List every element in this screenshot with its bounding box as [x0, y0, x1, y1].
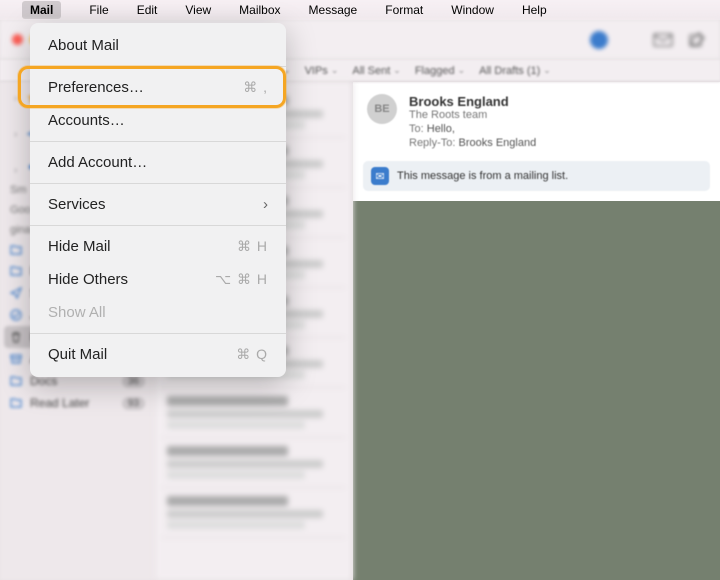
folder-icon	[10, 375, 24, 387]
chevron-down-icon: ⌄	[393, 65, 401, 76]
menu-separator	[30, 225, 286, 226]
menu-shortcut: ⌘ Q	[236, 346, 268, 363]
menu-label: Preferences…	[48, 79, 144, 96]
message-row[interactable]	[161, 388, 346, 438]
compose-icon[interactable]	[686, 32, 708, 48]
message-body	[353, 201, 720, 580]
menu-label: Services	[48, 196, 106, 213]
banner-text: This message is from a mailing list.	[397, 170, 568, 182]
archive-icon	[10, 353, 24, 365]
to-label: To:	[409, 123, 424, 135]
menu-message[interactable]: Message	[309, 3, 358, 17]
message-content: BE Brooks England The Roots team To: Hel…	[353, 82, 720, 580]
filter-item[interactable]: VIPs⌄	[305, 65, 339, 77]
to-value: Hello,	[427, 123, 455, 135]
menu-window[interactable]: Window	[451, 3, 494, 17]
menu-label: Accounts…	[48, 112, 125, 129]
sidebar-label: Read Later	[30, 396, 89, 410]
close-icon[interactable]	[12, 34, 23, 45]
junk-icon	[10, 309, 24, 321]
menu-view[interactable]: View	[185, 3, 211, 17]
menu-label: Quit Mail	[48, 346, 107, 363]
send-icon	[10, 287, 24, 299]
message-header: BE Brooks England The Roots team To: Hel…	[353, 82, 720, 161]
reply-value: Brooks England	[459, 137, 537, 149]
menu-item-show-all: Show All	[30, 296, 286, 329]
reply-label: Reply-To:	[409, 137, 455, 149]
sender-name: Brooks England	[409, 94, 536, 109]
menu-separator	[30, 141, 286, 142]
menu-item-add-account[interactable]: Add Account…	[30, 146, 286, 179]
menu-label: Show All	[48, 304, 106, 321]
menu-help[interactable]: Help	[522, 3, 547, 17]
mailing-list-banner: ✉ This message is from a mailing list.	[363, 161, 710, 191]
menu-separator	[30, 66, 286, 67]
menu-shortcut: ⌘ H	[237, 238, 268, 255]
chevron-right-icon: ›	[263, 196, 268, 213]
message-row[interactable]	[161, 438, 346, 488]
menu-separator	[30, 333, 286, 334]
menu-item-hide-others[interactable]: Hide Others ⌥ ⌘ H	[30, 263, 286, 296]
folder-icon	[10, 244, 24, 256]
menu-shortcut: ⌥ ⌘ H	[215, 271, 268, 288]
menu-item-hide-mail[interactable]: Hide Mail ⌘ H	[30, 230, 286, 263]
message-row[interactable]	[161, 488, 346, 538]
sender-team: The Roots team	[409, 109, 536, 121]
chevron-right-icon: ›	[10, 93, 21, 104]
filter-badge-icon[interactable]	[590, 31, 608, 49]
menu-item-services[interactable]: Services ›	[30, 188, 286, 221]
menu-shortcut: ⌘ ,	[243, 79, 268, 96]
menu-item-preferences[interactable]: Preferences… ⌘ ,	[30, 71, 286, 104]
menu-label: About Mail	[48, 37, 119, 54]
chevron-right-icon: ›	[10, 129, 21, 140]
chevron-right-icon: ›	[10, 165, 21, 176]
menu-label: Add Account…	[48, 154, 147, 171]
folder-icon	[10, 265, 24, 277]
trash-icon	[10, 331, 24, 343]
sidebar-item-read-later[interactable]: Read Later 93	[0, 392, 155, 414]
chevron-down-icon: ⌄	[458, 65, 466, 76]
filter-item[interactable]: All Drafts (1)⌄	[479, 65, 551, 77]
menu-item-accounts[interactable]: Accounts…	[30, 104, 286, 137]
menu-file[interactable]: File	[89, 3, 108, 17]
chevron-down-icon: ⌄	[543, 65, 551, 76]
filter-item[interactable]: All Sent⌄	[352, 65, 400, 77]
envelope-icon[interactable]	[652, 32, 674, 48]
menubar: Mail File Edit View Mailbox Message Format Wind…	[0, 0, 720, 20]
filter-item[interactable]: Flagged⌄	[415, 65, 465, 77]
chevron-down-icon: ⌄	[331, 65, 339, 76]
mailing-list-icon: ✉	[371, 167, 389, 185]
menu-edit[interactable]: Edit	[137, 3, 158, 17]
sidebar-count: 93	[122, 397, 145, 410]
mail-menu-dropdown: About Mail Preferences… ⌘ , Accounts… Add Ac…	[30, 23, 286, 377]
folder-icon	[10, 397, 24, 409]
menu-separator	[30, 183, 286, 184]
menu-mailbox[interactable]: Mailbox	[239, 3, 280, 17]
menu-item-quit-mail[interactable]: Quit Mail ⌘ Q	[30, 338, 286, 371]
menu-label: Hide Mail	[48, 238, 111, 255]
menu-label: Hide Others	[48, 271, 128, 288]
menu-format[interactable]: Format	[385, 3, 423, 17]
avatar: BE	[367, 94, 397, 124]
menu-item-about-mail[interactable]: About Mail	[30, 29, 286, 62]
menu-mail[interactable]: Mail	[22, 1, 61, 19]
